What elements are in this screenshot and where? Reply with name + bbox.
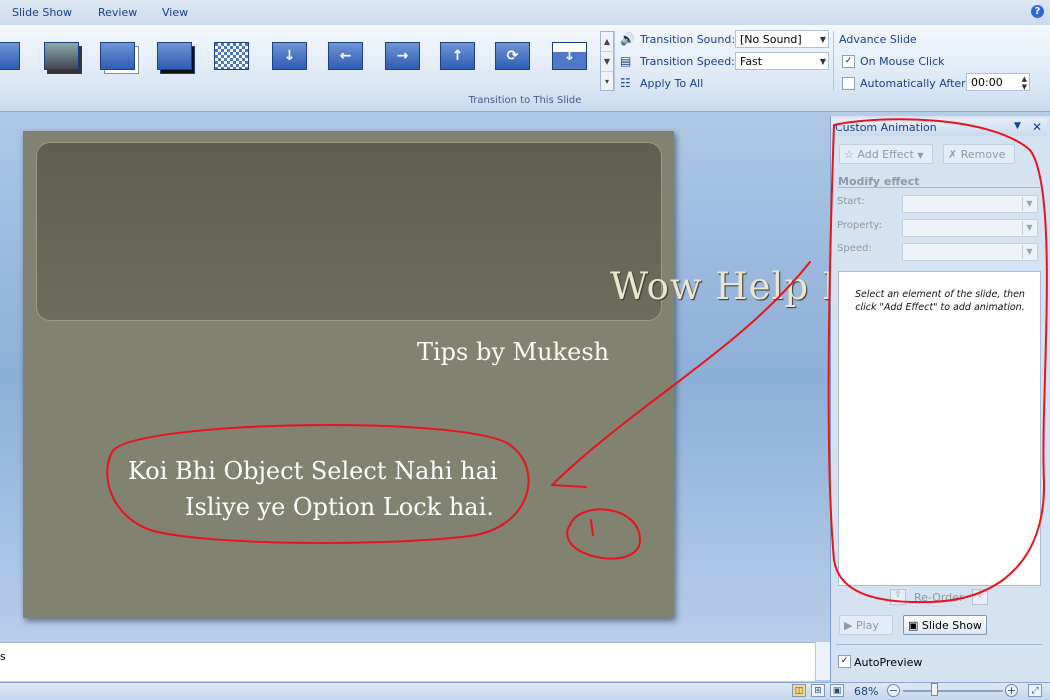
zoom-slider-thumb[interactable]: [931, 683, 938, 696]
close-icon[interactable]: ✕: [1032, 120, 1042, 134]
slide-show-button[interactable]: ▣ Slide Show: [903, 615, 987, 635]
tab-review[interactable]: Review: [98, 6, 137, 19]
play-button[interactable]: ▶ Play: [839, 615, 893, 635]
slide-show-view-icon[interactable]: ▣: [830, 684, 844, 697]
reorder-down-icon[interactable]: ⇩: [972, 589, 988, 605]
start-select[interactable]: ▼: [902, 195, 1038, 213]
ribbon-group-label: Transition to This Slide: [468, 95, 582, 106]
on-mouse-click-checkbox[interactable]: ✓: [842, 55, 855, 68]
transition-speed-select[interactable]: Fast ▼: [735, 52, 829, 70]
pane-menu-icon[interactable]: ▼: [1014, 121, 1021, 131]
property-label: Property:: [837, 220, 882, 231]
transition-thumb-strip[interactable]: [155, 40, 195, 78]
chevron-down-icon: ▼: [1022, 197, 1036, 211]
slide-sorter-icon[interactable]: ⊞: [811, 684, 825, 697]
remove-label: Remove: [960, 148, 1006, 161]
gallery-more-icon[interactable]: ▾: [601, 72, 613, 91]
slide-show-label: Slide Show: [921, 619, 982, 632]
chevron-down-icon: ▼: [819, 35, 826, 44]
transition-thumb-push-up[interactable]: ↑: [438, 40, 478, 78]
advance-slide-title: Advance Slide: [839, 33, 917, 46]
speed-label: Speed:: [837, 243, 872, 254]
chevron-down-icon: ▼: [819, 57, 826, 66]
scroll-up-icon[interactable]: ▲: [601, 32, 613, 52]
tab-slide-show[interactable]: Slide Show: [12, 6, 72, 19]
advance-time-stepper[interactable]: 00:00 ▲ ▼: [966, 73, 1030, 91]
remove-icon: ✗: [948, 148, 958, 161]
slide-subtitle[interactable]: Tips by Mukesh: [417, 338, 609, 366]
notes-scrollbar[interactable]: [815, 642, 831, 680]
ribbon-separator: [614, 31, 615, 91]
transition-thumb-push-right[interactable]: →: [383, 40, 423, 78]
stepper-arrows-icon[interactable]: ▲ ▼: [1022, 75, 1027, 91]
on-mouse-click-label: On Mouse Click: [860, 55, 945, 68]
autopreview-label: AutoPreview: [854, 656, 923, 669]
pane-title: Custom Animation: [835, 121, 937, 134]
apply-to-all-button[interactable]: Apply To All: [640, 77, 703, 90]
gallery-scrollbar[interactable]: ▲ ▼ ▾: [600, 31, 614, 91]
automatically-after-checkbox[interactable]: [842, 77, 855, 90]
star-icon: ☆: [844, 148, 854, 161]
slide-annotation-line2: Isliye ye Option Lock hai.: [185, 493, 494, 521]
add-effect-label: Add Effect: [857, 148, 914, 161]
zoom-in-icon[interactable]: +: [1005, 684, 1018, 697]
notes-text: s: [0, 650, 6, 663]
animation-hint: Select an element of the slide, then cli…: [855, 289, 1025, 313]
transition-sound-select[interactable]: [No Sound] ▼: [735, 30, 829, 48]
speed-select[interactable]: ▼: [902, 243, 1038, 261]
slide-show-icon: ▣: [908, 619, 919, 632]
normal-view-icon[interactable]: ◫: [792, 684, 806, 697]
transition-thumb-shadow[interactable]: [42, 40, 82, 78]
reorder-up-icon[interactable]: ⇧: [890, 589, 906, 605]
tab-view[interactable]: View: [162, 6, 188, 19]
transition-thumb-wipe-down[interactable]: ↓: [550, 40, 590, 78]
zoom-out-icon[interactable]: −: [887, 684, 900, 697]
divider: [838, 187, 1040, 188]
play-label: Play: [855, 619, 879, 632]
chevron-down-icon: ▼: [1022, 221, 1036, 235]
transition-speed-label: Transition Speed:: [640, 55, 735, 68]
transition-sound-label: Transition Sound:: [640, 33, 736, 46]
chevron-down-icon: ▼: [917, 151, 924, 160]
transition-thumb-push-down[interactable]: ↓: [270, 40, 310, 78]
transition-thumb-checker[interactable]: [212, 40, 252, 78]
automatically-after-label: Automatically After:: [860, 77, 970, 90]
divider: [836, 644, 1042, 645]
title-placeholder[interactable]: [36, 142, 662, 321]
apply-all-icon: ☷: [620, 76, 631, 90]
add-effect-button[interactable]: ☆ Add Effect ▼: [839, 144, 933, 164]
advance-time-value: 00:00: [971, 76, 1003, 89]
slide-annotation-line1: Koi Bhi Object Select Nahi hai: [128, 457, 498, 485]
autopreview-checkbox[interactable]: ✓: [838, 655, 851, 668]
ribbon-separator: [833, 31, 834, 91]
notes-pane[interactable]: [0, 642, 815, 681]
play-icon: ▶: [844, 619, 853, 632]
speed-icon: ▤: [620, 54, 632, 68]
transition-thumb-cover[interactable]: [0, 40, 32, 78]
property-select[interactable]: ▼: [902, 219, 1038, 237]
zoom-level[interactable]: 68%: [854, 685, 878, 698]
scroll-down-icon[interactable]: ▼: [601, 52, 613, 72]
fit-to-window-icon[interactable]: ⤢: [1028, 684, 1042, 697]
ribbon-tab-bar: Slide Show Review View ?: [0, 0, 1050, 25]
remove-button[interactable]: ✗ Remove: [943, 144, 1015, 164]
transition-sound-value: [No Sound]: [740, 33, 802, 46]
reorder-label: Re-Order: [914, 591, 964, 604]
start-label: Start:: [837, 196, 865, 207]
transition-thumb-fade[interactable]: [98, 40, 139, 78]
transition-thumb-push-left[interactable]: ←: [326, 40, 366, 78]
zoom-slider[interactable]: [903, 690, 1003, 692]
transition-thumb-wheel[interactable]: ⟳: [493, 40, 533, 78]
help-icon[interactable]: ?: [1031, 5, 1044, 18]
chevron-down-icon: ▼: [1022, 245, 1036, 259]
sound-icon: 🔊: [620, 32, 635, 46]
transition-speed-value: Fast: [740, 55, 763, 68]
animation-list[interactable]: [838, 271, 1041, 586]
